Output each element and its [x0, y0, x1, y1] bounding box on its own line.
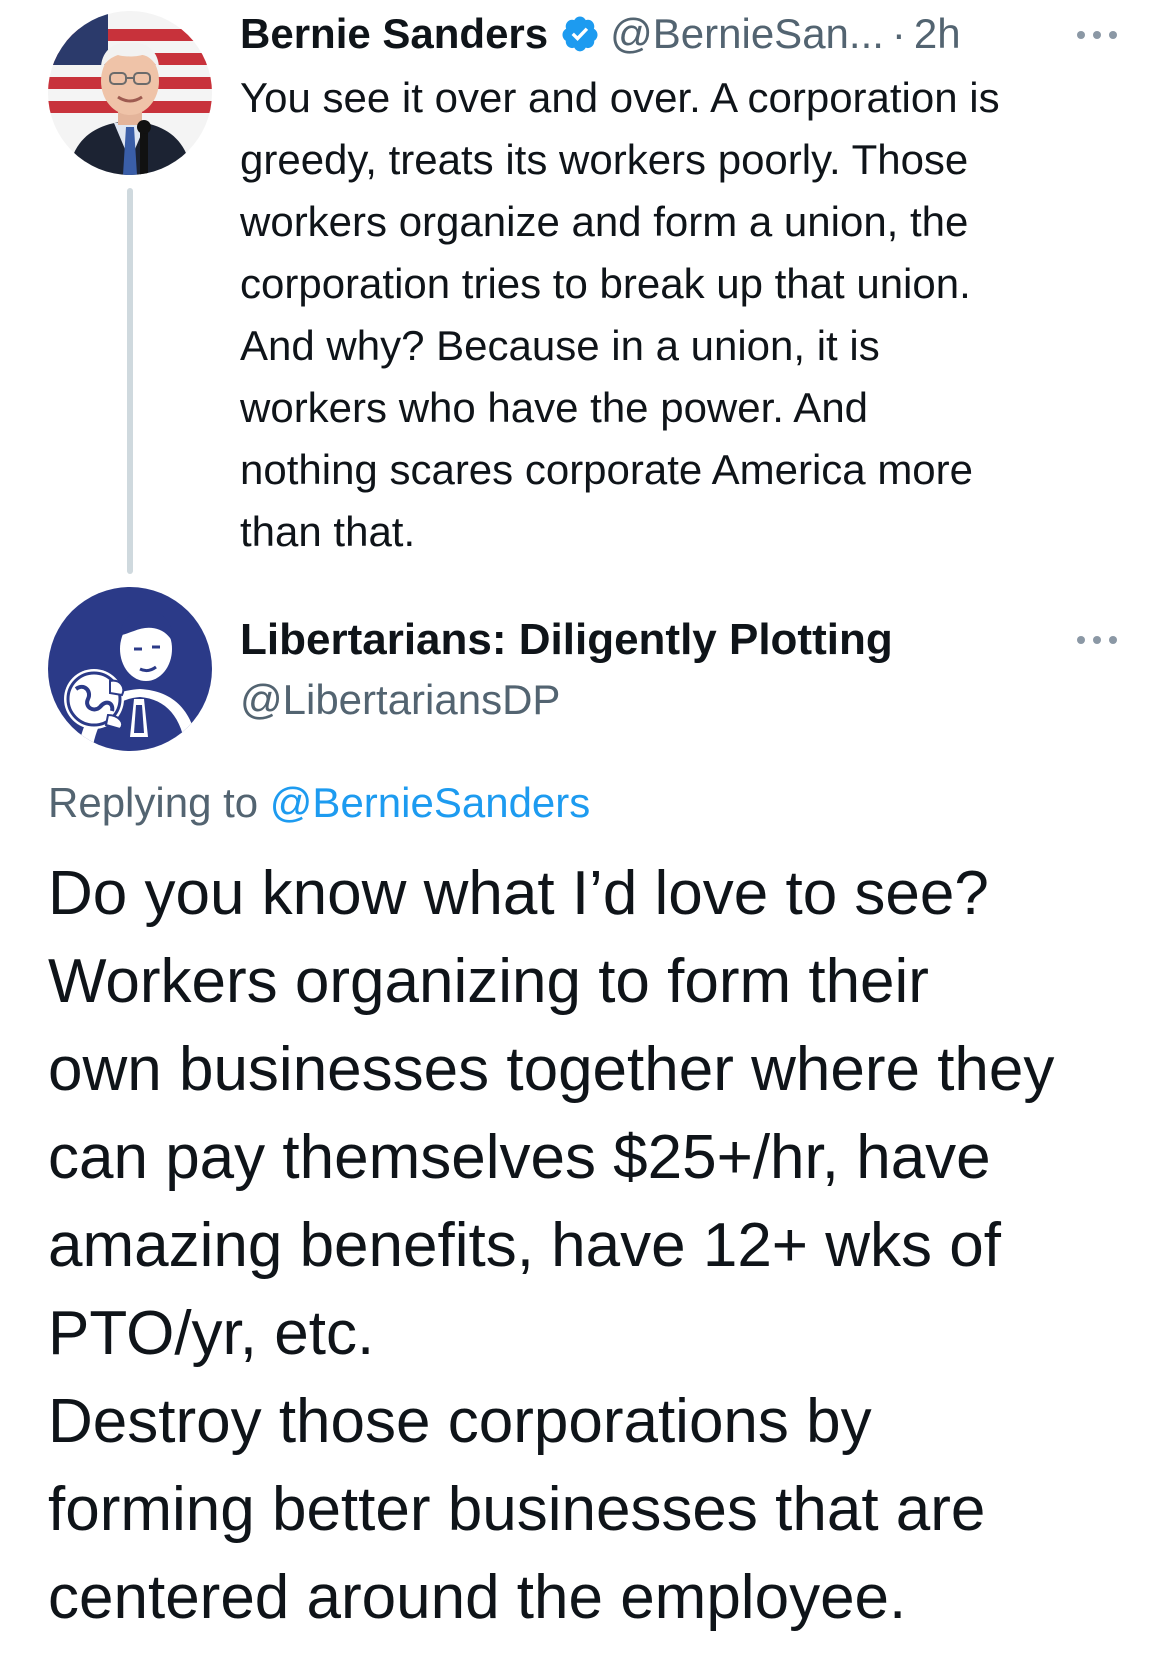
- reply-author-name[interactable]: Libertarians: Diligently Plotting: [240, 610, 893, 670]
- tweet-timestamp[interactable]: 2h: [914, 4, 961, 64]
- replying-to-label: Replying to: [48, 779, 259, 826]
- replying-to-mention-link[interactable]: @BernieSanders: [270, 779, 590, 826]
- more-options-icon[interactable]: [1077, 634, 1117, 646]
- bernie-sanders-avatar-image: [48, 11, 212, 175]
- separator-dot: ·: [891, 10, 906, 57]
- more-options-icon[interactable]: [1077, 29, 1117, 41]
- reply-tweet-text: Do you know what I’d love to see? Worker…: [48, 859, 1055, 1632]
- thread-connector-line: [127, 188, 133, 574]
- author-handle[interactable]: @BernieSan...: [610, 4, 884, 64]
- replying-to-line: Replying to @BernieSanders: [48, 772, 590, 834]
- libertarians-dp-avatar[interactable]: [48, 587, 212, 751]
- verified-badge-icon: [560, 14, 600, 54]
- bernie-sanders-avatar[interactable]: [48, 11, 212, 175]
- libertarians-dp-avatar-image: [48, 587, 212, 751]
- parent-tweet-text: You see it over and over. A corporation …: [240, 74, 1000, 555]
- reply-author-handle[interactable]: @LibertariansDP: [240, 670, 560, 730]
- parent-tweet[interactable]: Bernie Sanders @BernieSan... · 2h You se…: [0, 0, 1170, 574]
- author-name[interactable]: Bernie Sanders: [240, 4, 548, 64]
- parent-tweet-header: Bernie Sanders @BernieSan... · 2h: [240, 4, 1120, 64]
